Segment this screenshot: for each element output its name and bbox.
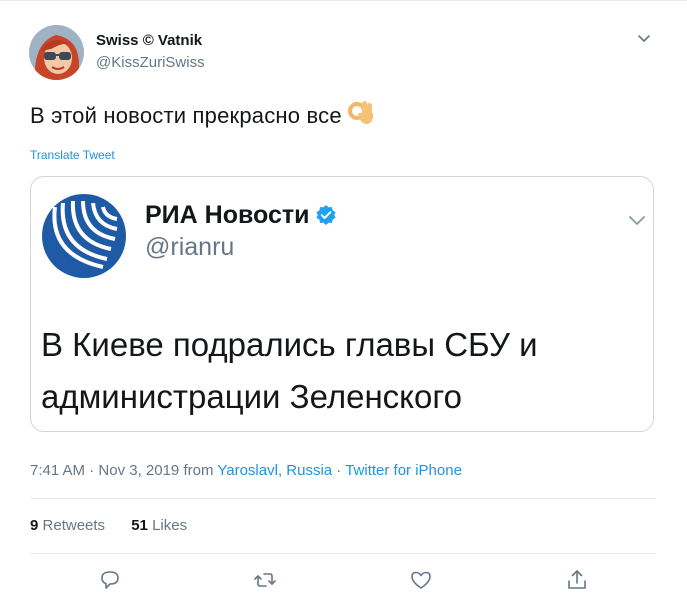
source-link[interactable]: Twitter for iPhone	[345, 462, 462, 479]
chevron-down-icon[interactable]	[636, 31, 652, 47]
quoted-tweet-text: В Киеве подрались главы СБУ и администра…	[41, 326, 538, 415]
retweets-label: Retweets	[42, 517, 106, 534]
author-handle[interactable]: @KissZuriSwiss	[96, 54, 205, 71]
tweet-date[interactable]: Nov 3, 2019	[98, 462, 179, 479]
tweet-card: Swiss © Vatnik @KissZuriSwiss В этой нов…	[0, 0, 687, 615]
likes-count: 51	[131, 517, 148, 534]
tweet-stats: 9 Retweets 51 Likes	[30, 517, 209, 534]
tweet-text: В этой новости прекрасно все	[30, 103, 342, 128]
avatar[interactable]	[29, 25, 84, 80]
quoted-display-name[interactable]: РИА Новости	[145, 201, 309, 229]
tweet-text-line: В этой новости прекрасно все	[30, 97, 376, 133]
chevron-down-icon[interactable]	[627, 211, 647, 231]
divider	[30, 553, 656, 554]
ok-hand-icon	[347, 97, 376, 133]
likes-label: Likes	[152, 517, 188, 534]
ria-logo-icon	[41, 193, 127, 279]
like-heart-icon[interactable]	[408, 567, 434, 593]
reply-icon[interactable]	[97, 567, 123, 593]
action-bar	[0, 567, 687, 593]
retweets-count: 9	[30, 517, 39, 534]
quoted-tweet-card[interactable]: РИА Новости @rianru В Киеве подрались гл…	[30, 176, 654, 432]
quoted-display-name-line: РИА Новости	[145, 201, 337, 233]
divider	[30, 498, 656, 499]
separator: ·	[332, 462, 346, 479]
quoted-handle[interactable]: @rianru	[145, 233, 234, 262]
likes-stat[interactable]: 51 Likes	[131, 517, 187, 534]
from-label: from	[179, 462, 218, 479]
verified-badge-icon	[315, 204, 337, 233]
separator: ·	[85, 462, 99, 479]
translate-tweet-link[interactable]: Translate Tweet	[30, 148, 115, 162]
retweets-stat[interactable]: 9 Retweets	[30, 517, 105, 534]
tweet-metadata: 7:41 AM · Nov 3, 2019 from Yaroslavl, Ru…	[30, 462, 462, 479]
author-display-name[interactable]: Swiss © Vatnik	[96, 32, 202, 49]
tweet-time[interactable]: 7:41 AM	[30, 462, 85, 479]
location-link[interactable]: Yaroslavl, Russia	[217, 462, 332, 479]
retweet-icon[interactable]	[252, 567, 278, 593]
share-icon[interactable]	[564, 567, 590, 593]
